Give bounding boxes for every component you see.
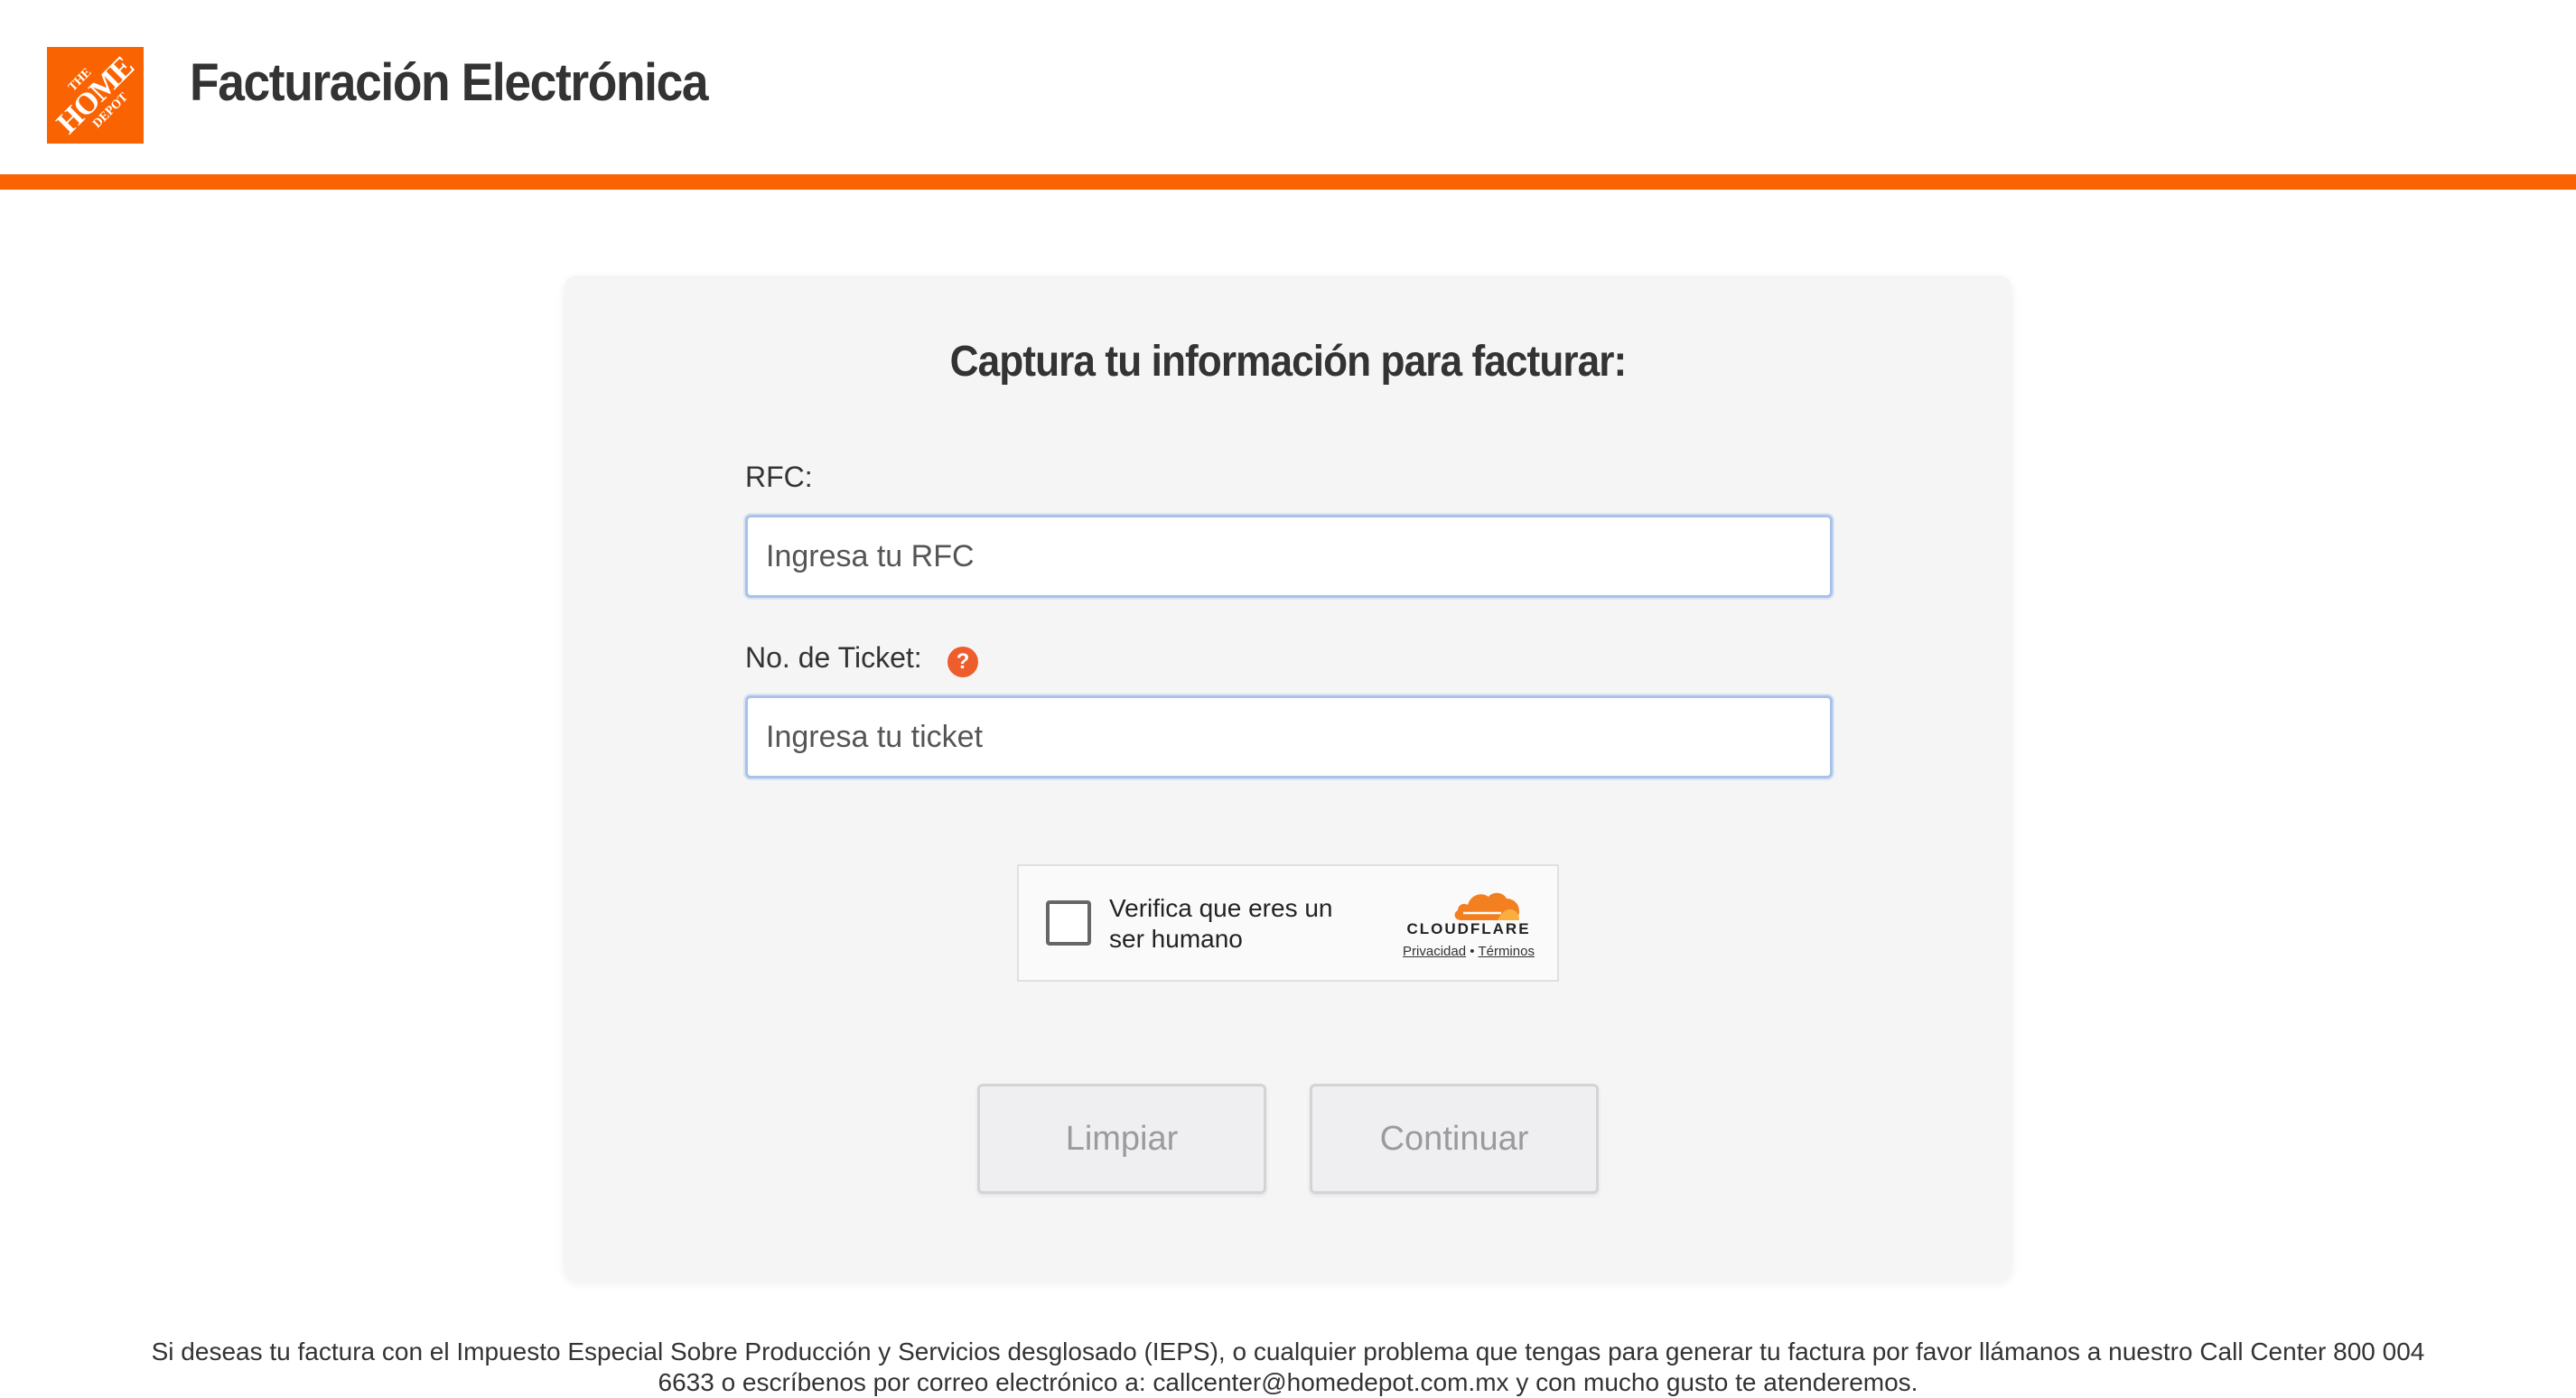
cloudflare-cloud-icon [1454,892,1519,920]
header-divider [0,174,2576,190]
terms-link[interactable]: Términos [1478,944,1535,959]
captcha-checkbox[interactable] [1046,900,1091,946]
privacy-link[interactable]: Privacidad [1403,944,1466,959]
rfc-label: RFC: [745,461,813,493]
logo-wordmark: THE HOME DEPOT [47,47,144,144]
site-title: Facturación Electrónica [190,53,709,112]
cloudflare-captcha-widget: Verifica que eres un ser humano CLOUDFLA… [1017,864,1559,982]
invoice-form-card: Captura tu información para facturar: RF… [564,275,2012,1282]
captcha-label: Verifica que eres un ser humano [1109,894,1333,953]
rfc-input[interactable] [745,515,1833,598]
clear-button[interactable]: Limpiar [977,1084,1266,1194]
continue-button[interactable]: Continuar [1310,1084,1599,1194]
home-depot-logo[interactable]: THE HOME DEPOT [47,47,144,144]
page-header: THE HOME DEPOT Facturación Electrónica [0,0,2576,174]
ticket-label: No. de Ticket: [745,641,922,674]
footer-help-text: Si deseas tu factura con el Impuesto Esp… [151,1337,2425,1396]
form-title: Captura tu información para facturar: [949,338,1628,386]
cloudflare-brand: CLOUDFLARE [1406,920,1531,937]
captcha-links: Privacidad • Términos [1378,944,1559,959]
ticket-input[interactable] [745,695,1833,778]
link-separator: • [1470,944,1475,959]
question-icon[interactable]: ? [947,647,978,677]
